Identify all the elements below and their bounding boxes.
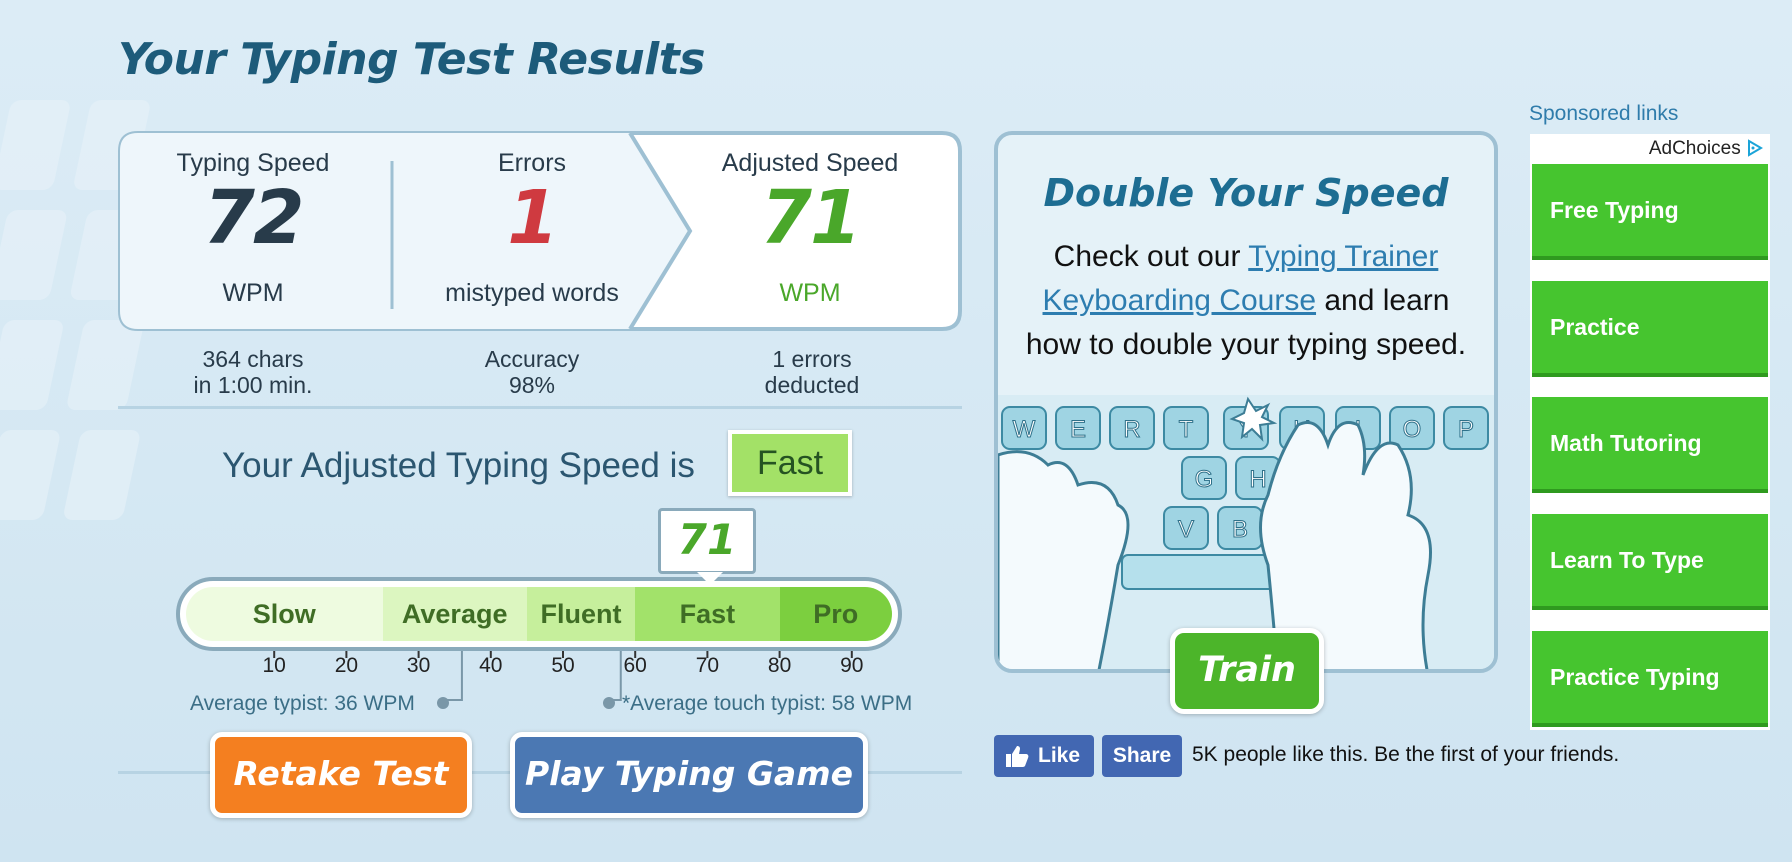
facebook-like-text: 5K people like this. Be the first of you… bbox=[1192, 743, 1620, 766]
like-label: Like bbox=[1038, 744, 1081, 767]
promo-title: Double Your Speed bbox=[1043, 171, 1449, 215]
ad-link-free-typing[interactable]: Free Typing bbox=[1532, 164, 1768, 260]
promo-panel: Double Your Speed Check out our Typing T… bbox=[994, 131, 1498, 673]
scale-tick-label: 20 bbox=[334, 654, 359, 677]
average-dot bbox=[437, 697, 449, 709]
adchoices-icon bbox=[1748, 139, 1763, 157]
retake-test-button[interactable]: Retake Test bbox=[210, 732, 472, 818]
thumbs-up-icon bbox=[1006, 746, 1029, 767]
key-label: B bbox=[1232, 516, 1248, 543]
ad-link-practice-typing[interactable]: Practice Typing bbox=[1532, 631, 1768, 727]
promo-text-before: Check out our bbox=[1053, 240, 1249, 273]
train-button[interactable]: Train bbox=[1170, 628, 1324, 714]
ad-link-practice[interactable]: Practice bbox=[1532, 281, 1768, 377]
play-typing-game-button[interactable]: Play Typing Game bbox=[510, 732, 868, 818]
facebook-like-button[interactable]: Like bbox=[994, 735, 1094, 777]
ad-link-learn-to-type[interactable]: Learn To Type bbox=[1532, 514, 1768, 610]
key-label: V bbox=[1178, 516, 1194, 543]
average-typist-pointer bbox=[443, 651, 463, 701]
scale-tick-label: 40 bbox=[479, 654, 503, 677]
key-label: G bbox=[1195, 466, 1214, 493]
promo-text: Check out our Typing Trainer Keyboarding… bbox=[1018, 235, 1474, 367]
average-typist-note: Average typist: 36 WPM bbox=[190, 692, 415, 715]
average-touch-typist-note: *Average touch typist: 58 WPM bbox=[622, 692, 913, 715]
adchoices-label: AdChoices bbox=[1648, 138, 1741, 159]
key-label: W bbox=[1013, 416, 1036, 443]
ad-link-math-tutoring[interactable]: Math Tutoring bbox=[1532, 397, 1768, 493]
scale-tick-label: 80 bbox=[767, 654, 792, 677]
sponsored-links-label: Sponsored links bbox=[1529, 102, 1679, 125]
ad-column: AdChoices Free Typing Practice Math Tuto… bbox=[1530, 134, 1770, 730]
space-bar bbox=[1121, 554, 1279, 590]
key-label: H bbox=[1249, 466, 1266, 493]
scale-tick-label: 90 bbox=[840, 654, 864, 677]
key-label: T bbox=[1179, 416, 1194, 443]
key-label: O bbox=[1403, 416, 1422, 443]
scale-tick-label: 30 bbox=[406, 654, 431, 677]
scale-tick-label: 50 bbox=[551, 654, 575, 677]
key-label: P bbox=[1458, 416, 1474, 443]
key-label: E bbox=[1070, 416, 1086, 443]
average-dot bbox=[603, 697, 615, 709]
facebook-share-button[interactable]: Share bbox=[1102, 735, 1182, 777]
scale-ticks bbox=[273, 651, 853, 709]
key-label: R bbox=[1123, 416, 1140, 443]
adchoices[interactable]: AdChoices bbox=[1649, 138, 1764, 160]
scale-tick-label: 10 bbox=[262, 654, 286, 677]
scale-tick-label: 70 bbox=[695, 654, 720, 677]
scale-tick-label: 60 bbox=[623, 654, 647, 677]
